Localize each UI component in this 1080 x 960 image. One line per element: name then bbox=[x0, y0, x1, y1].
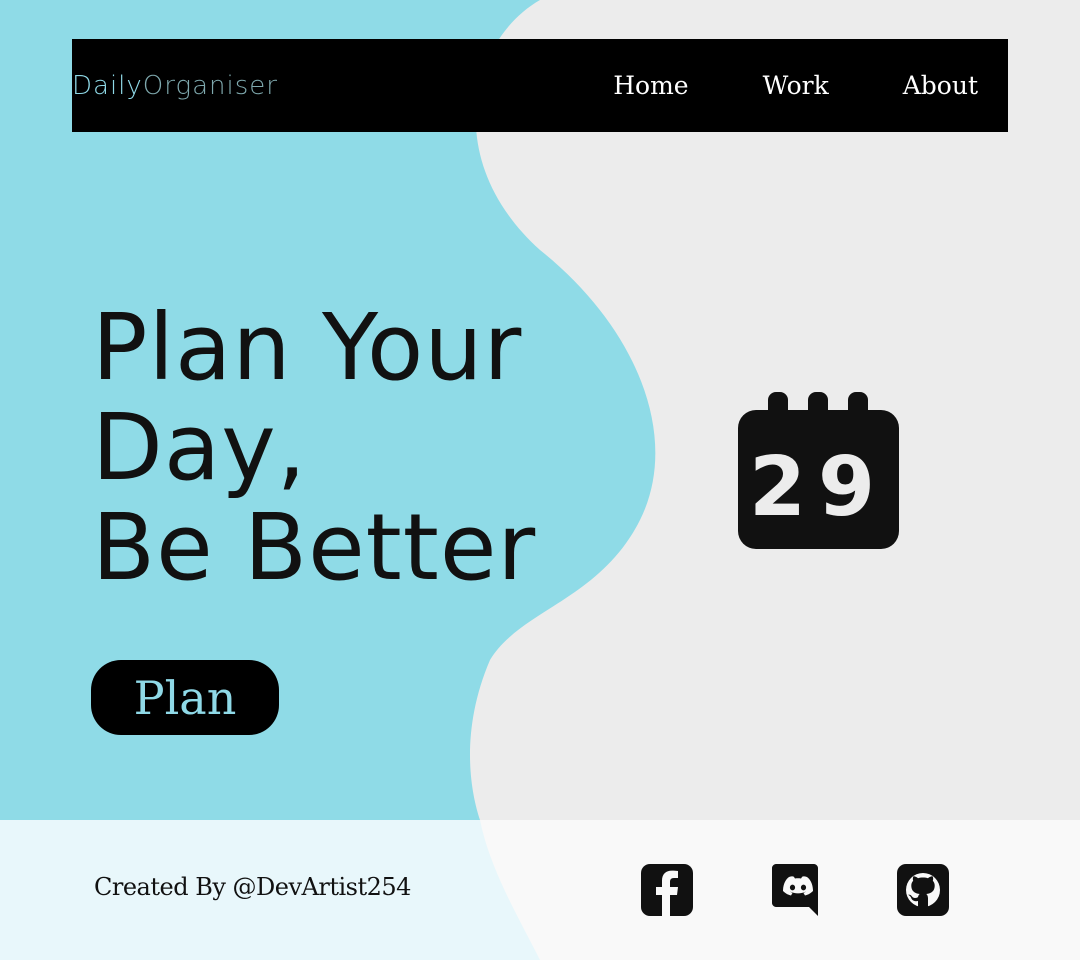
footer-credit: Created By @DevArtist254 bbox=[94, 873, 411, 901]
hero-title-line3: Be Better bbox=[92, 494, 537, 601]
brand-logo-part2: Organiser bbox=[142, 70, 278, 101]
calendar-icon: 29 bbox=[738, 392, 899, 549]
nav-link-work[interactable]: Work bbox=[763, 71, 829, 100]
nav-links: Home Work About bbox=[539, 71, 978, 100]
plan-button[interactable]: Plan bbox=[91, 660, 279, 735]
top-navbar: DailyOrganiser Home Work About bbox=[72, 39, 1008, 132]
calendar-day: 29 bbox=[749, 440, 887, 535]
facebook-icon[interactable] bbox=[641, 864, 693, 916]
hero-title: Plan Your Day, Be Better bbox=[92, 298, 652, 598]
brand-logo-part1: Daily bbox=[72, 70, 143, 101]
nav-link-about[interactable]: About bbox=[903, 71, 978, 100]
discord-icon[interactable] bbox=[772, 864, 824, 916]
brand-logo[interactable]: DailyOrganiser bbox=[72, 71, 278, 101]
hero-title-line1: Plan Your bbox=[92, 294, 523, 401]
hero-title-line2: Day, bbox=[92, 394, 307, 501]
nav-link-home[interactable]: Home bbox=[613, 71, 688, 100]
github-icon[interactable] bbox=[897, 864, 949, 916]
